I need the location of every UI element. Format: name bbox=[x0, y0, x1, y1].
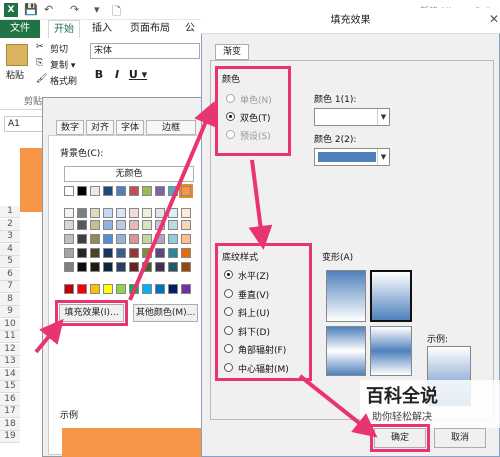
arrow-to-fill-effects bbox=[34, 318, 64, 354]
arrow-to-ok bbox=[298, 374, 378, 438]
arrow-to-colors bbox=[128, 100, 217, 301]
annotation-arrows bbox=[34, 100, 378, 438]
arrow-to-shading bbox=[248, 159, 273, 250]
